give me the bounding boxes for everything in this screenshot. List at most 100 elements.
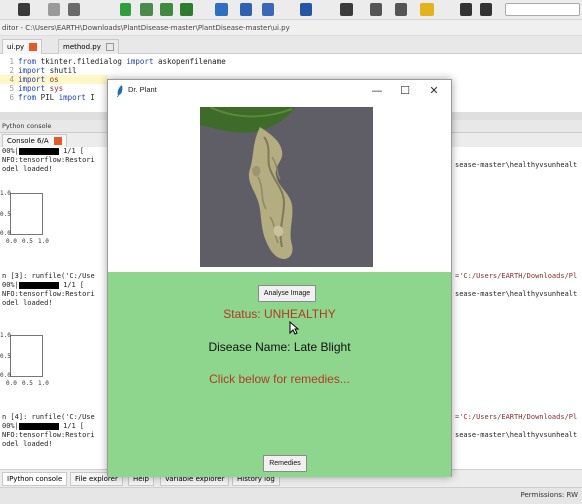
- mouse-cursor-icon: [289, 321, 299, 335]
- code-line: 5 import sys: [0, 84, 63, 93]
- minimize-button[interactable]: —: [364, 82, 390, 100]
- plot-tick-label: 0.0: [0, 372, 11, 379]
- toolbar-icon[interactable]: [262, 3, 274, 16]
- tab-label: method.py: [63, 43, 101, 51]
- plot-tick-label: 1.0: [38, 380, 49, 387]
- analyse-image-button[interactable]: Analyse Image: [258, 285, 316, 302]
- console-line: odel loaded!: [2, 440, 53, 448]
- window-titlebar[interactable]: Dr. Plant — ☐ ✕: [108, 80, 451, 102]
- console-line: ='C:/Users/EARTH/Downloads/Pl: [455, 413, 578, 421]
- progress-bar: [18, 281, 59, 289]
- console-line: sease-master\healthyvsunhealt: [455, 161, 578, 169]
- plot-tick-label: 0.5: [22, 380, 33, 387]
- code-text: import shutil: [18, 66, 77, 75]
- code-text: from PIL import I: [18, 93, 95, 102]
- toolbar-icon[interactable]: [48, 3, 60, 16]
- toolbar-icon[interactable]: [140, 3, 153, 16]
- close-icon[interactable]: [29, 43, 38, 51]
- feather-icon: [117, 85, 123, 97]
- line-number: 5: [9, 84, 14, 93]
- maximize-button[interactable]: ☐: [392, 82, 418, 100]
- close-icon[interactable]: [106, 43, 115, 51]
- toolbar-icon[interactable]: [300, 3, 312, 16]
- plot-tick-label: 0.0: [6, 380, 17, 387]
- console-line: n [4]: runfile('C:/Use: [2, 413, 95, 421]
- image-panel: [108, 102, 451, 272]
- debug-icon[interactable]: [215, 3, 228, 16]
- code-text: import os: [18, 75, 59, 84]
- plot-figure: [10, 193, 43, 235]
- console-line: NFO:tensorflow:Restori: [2, 290, 95, 298]
- line-number: 4: [9, 75, 14, 84]
- console-text: 1/1 [: [63, 422, 85, 430]
- console-text: 00%|: [2, 422, 19, 430]
- console-text: 00%|: [2, 281, 19, 289]
- toolbar-icon[interactable]: [370, 3, 382, 16]
- remedies-button[interactable]: Remedies: [263, 455, 307, 472]
- line-number: 2: [9, 66, 14, 75]
- console-line: NFO:tensorflow:Restori: [2, 431, 95, 439]
- permissions-status: Permissions: RW: [520, 491, 579, 499]
- line-number: 1: [9, 57, 14, 66]
- console-line: 00%| 1/1 [: [2, 147, 84, 155]
- diseased-leaf-photo: [200, 107, 373, 267]
- tab-ipython-console[interactable]: IPython console: [2, 472, 68, 486]
- stop-icon[interactable]: [340, 3, 353, 16]
- status-bar: Permissions: RW: [0, 487, 582, 504]
- tab-label: ui.py: [7, 43, 25, 51]
- toolbar-icon[interactable]: [240, 3, 252, 16]
- code-line: 2 import shutil: [0, 66, 77, 75]
- python-path-icon[interactable]: [420, 3, 434, 16]
- code-line: 1 from tkinter.filedialog import askopenf…: [0, 57, 226, 66]
- console-line: n [3]: runfile('C:/Use: [2, 272, 95, 280]
- app-body: Analyse Image Status: UNHEALTHY Disease …: [108, 102, 451, 477]
- code-text: from tkinter.filedialog import askopenfi…: [18, 57, 226, 66]
- plot-tick-label: 0.5: [22, 238, 33, 245]
- leaf-image: [200, 107, 373, 267]
- plot-tick-label: 0.5: [0, 211, 11, 218]
- tab-ui-py[interactable]: ui.py: [2, 39, 43, 54]
- console-line: odel loaded!: [2, 165, 53, 173]
- disease-name-label: Disease Name: Late Blight: [208, 340, 351, 354]
- progress-bar: [18, 147, 59, 155]
- working-directory-field[interactable]: [505, 3, 580, 16]
- dr-plant-window: Dr. Plant — ☐ ✕ Analyse Image Status: UN…: [107, 79, 452, 477]
- console-line: 00%| 1/1 [: [2, 422, 84, 430]
- console-line: 00%| 1/1 [: [2, 281, 84, 289]
- close-button[interactable]: ✕: [421, 82, 447, 100]
- plot-tick-label: 1.0: [38, 238, 49, 245]
- plot-tick-label: 1.0: [0, 332, 11, 339]
- console-line: ='C:/Users/EARTH/Downloads/Pl: [455, 272, 578, 280]
- code-text: import sys: [18, 84, 64, 93]
- status-label: Status: UNHEALTHY: [223, 307, 336, 321]
- console-pane-title: Python console: [2, 122, 52, 130]
- editor-tabs: ui.py method.py: [0, 36, 582, 54]
- toolbar-icon[interactable]: [18, 3, 30, 16]
- settings-icon[interactable]: [395, 3, 407, 16]
- console-line: NFO:tensorflow:Restori: [2, 156, 95, 164]
- run-icon[interactable]: [120, 3, 131, 16]
- tab-method-py[interactable]: method.py: [58, 39, 120, 54]
- plot-tick-label: 0.0: [6, 238, 17, 245]
- ide-window-title: ditor - C:\Users\EARTH\Downloads\PlantDi…: [2, 24, 290, 32]
- console-line: sease-master\healthyvsunhealt: [455, 431, 578, 439]
- window-title: Dr. Plant: [128, 85, 157, 94]
- plot-tick-label: 1.0: [0, 190, 11, 197]
- ide-path-bar: ditor - C:\Users\EARTH\Downloads\PlantDi…: [0, 20, 582, 36]
- console-text: 00%|: [2, 147, 19, 155]
- ide-toolbar: [0, 0, 582, 20]
- back-icon[interactable]: [460, 3, 472, 16]
- progress-bar: [18, 422, 59, 430]
- console-text: 1/1 [: [63, 147, 85, 155]
- toolbar-icon[interactable]: [160, 3, 173, 16]
- close-icon[interactable]: [53, 137, 62, 145]
- tab-console[interactable]: Console 6/A: [2, 134, 67, 147]
- toolbar-icon[interactable]: [68, 3, 80, 16]
- forward-icon[interactable]: [480, 3, 492, 16]
- plot-tick-label: 0.0: [0, 230, 11, 237]
- toolbar-icon[interactable]: [180, 3, 193, 16]
- remedy-prompt-label: Click below for remedies...: [209, 372, 350, 386]
- plot-tick-label: 0.5: [0, 353, 11, 360]
- plot-figure: [10, 335, 43, 377]
- console-line: odel loaded!: [2, 299, 53, 307]
